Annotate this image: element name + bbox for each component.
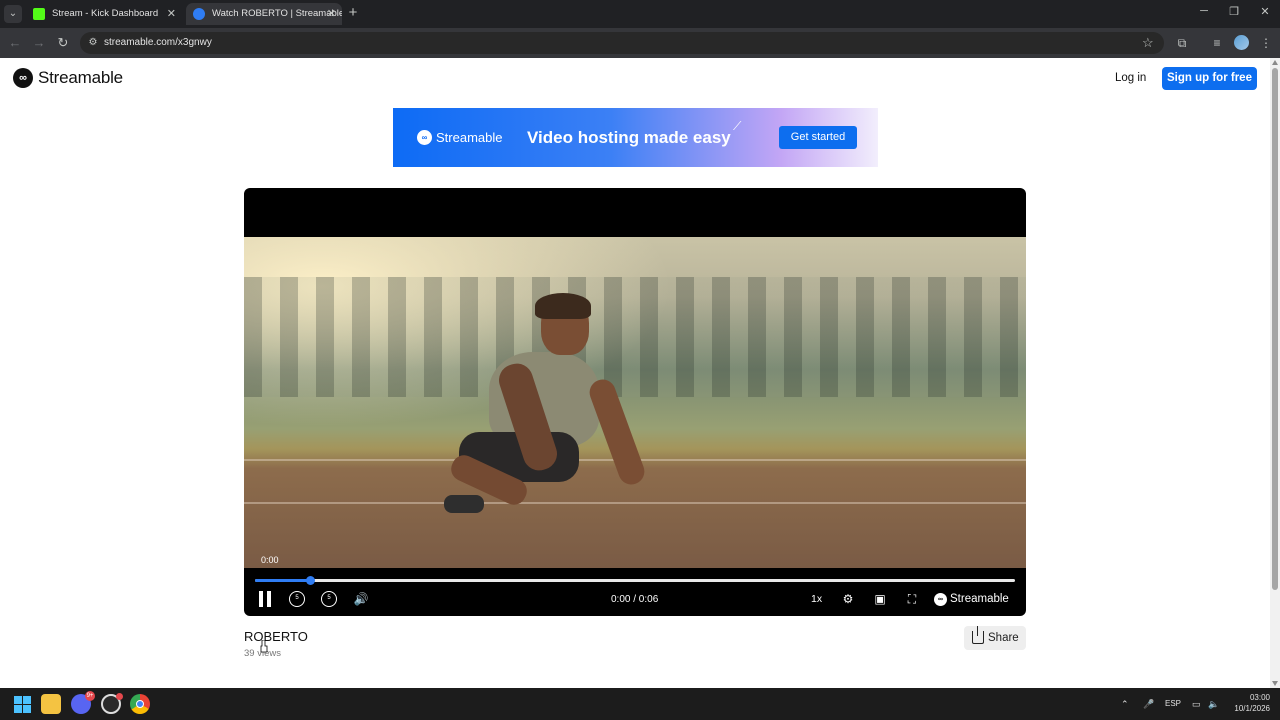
site-logo[interactable]: ∞ Streamable — [13, 68, 123, 88]
tab-streamable[interactable]: Watch ROBERTO | Streamable ✕ — [186, 3, 342, 25]
reload-icon[interactable]: ↻ — [54, 34, 72, 52]
site-info-icon[interactable]: ⚙ — [87, 37, 99, 49]
windows-start-icon[interactable] — [12, 694, 32, 714]
scroll-up-icon[interactable] — [1272, 60, 1278, 65]
rewind-5-icon[interactable]: 5 — [289, 591, 305, 607]
restore-icon[interactable]: ❐ — [1227, 5, 1241, 18]
progress-knob[interactable] — [305, 576, 315, 585]
banner-brand: Streamable — [436, 130, 503, 145]
volume-icon[interactable]: 🔊 — [352, 590, 370, 608]
tab-title: Stream - Kick Dashboard — [52, 8, 159, 19]
obs-icon[interactable] — [101, 693, 123, 714]
pause-icon[interactable] — [259, 591, 271, 607]
extensions-icon[interactable]: ⧉ — [1174, 34, 1190, 52]
progress-bar[interactable] — [255, 576, 1015, 585]
athlete-hair — [535, 293, 591, 319]
progress-fill — [255, 579, 310, 582]
timecode: 0:00 / 0:06 — [611, 594, 659, 605]
bookmark-star-icon[interactable]: ☆ — [1142, 34, 1154, 52]
streamable-logo-icon: ∞ — [934, 592, 947, 606]
address-bar[interactable]: ⚙ streamable.com/x3gnwy — [80, 32, 1164, 54]
browser-tab-strip: ⌄ Stream - Kick Dashboard ✕ Watch ROBERT… — [0, 0, 1280, 28]
video-player[interactable]: 0:00 5 5 🔊 0:00 / 0:06 1x ⚙ ▣ ⛶ ∞ Stream… — [244, 188, 1026, 616]
clock-time: 03:00 — [1249, 693, 1270, 702]
discord-icon[interactable]: 9+ — [71, 691, 95, 714]
video-title: ROBERTO — [244, 629, 308, 644]
microphone-icon[interactable]: 🎤 — [1143, 696, 1154, 712]
video-frame[interactable] — [244, 237, 1026, 568]
close-tab-icon[interactable]: ✕ — [167, 3, 176, 25]
notification-dot — [116, 693, 123, 700]
share-icon — [972, 626, 984, 644]
windows-taskbar: 9+ ⌃ 🎤 ESP ▭ 🔈 03:00 10/1/2026 — [0, 688, 1280, 720]
input-language[interactable]: ESP — [1165, 696, 1181, 712]
chrome-icon[interactable] — [130, 694, 150, 714]
site-name: Streamable — [38, 68, 123, 87]
clock-date: 10/1/2026 — [1234, 704, 1270, 713]
streamable-logo-icon: ∞ — [13, 68, 33, 88]
stadium-background — [244, 277, 1026, 397]
picture-in-picture-icon[interactable]: ▣ — [871, 590, 889, 608]
back-icon[interactable]: ← — [6, 34, 24, 52]
minimize-icon[interactable]: ─ — [1197, 5, 1211, 17]
banner-tagline: Video hosting made easy — [527, 128, 731, 147]
player-brand-link[interactable]: ∞ Streamable — [934, 591, 1009, 607]
athlete-shoe — [444, 495, 484, 513]
new-tab-button[interactable]: + — [346, 4, 360, 22]
hover-time-label: 0:00 — [261, 555, 279, 565]
url-text: streamable.com/x3gnwy — [104, 37, 212, 48]
system-clock[interactable]: 03:00 10/1/2026 — [1226, 692, 1270, 714]
close-tab-icon[interactable]: ✕ — [327, 3, 336, 25]
web-page: ∞ Streamable Log in Sign up for free ∞ S… — [0, 58, 1270, 688]
tray-overflow-icon[interactable]: ⌃ — [1121, 696, 1129, 712]
tab-title: Watch ROBERTO | Streamable — [212, 8, 342, 19]
volume-tray-icon[interactable]: 🔈 — [1208, 696, 1219, 712]
playback-speed-button[interactable]: 1x — [811, 593, 822, 606]
athlete-figure — [444, 293, 649, 522]
media-control-icon[interactable]: ≡ — [1209, 34, 1225, 52]
file-explorer-icon[interactable] — [41, 694, 61, 714]
chrome-center — [136, 700, 144, 708]
scroll-thumb[interactable] — [1272, 68, 1278, 590]
fullscreen-icon[interactable]: ⛶ — [903, 590, 921, 608]
close-window-icon[interactable]: ✕ — [1258, 5, 1272, 18]
mouse-cursor-icon — [260, 640, 268, 653]
menu-kebab-icon[interactable]: ⋮ — [1258, 34, 1274, 52]
discord-badge: 9+ — [85, 691, 95, 701]
player-brand-name: Streamable — [950, 593, 1009, 605]
browser-toolbar: ← → ↻ ⚙ streamable.com/x3gnwy ☆ ⧉ ≡ ⋮ — [0, 28, 1280, 58]
settings-gear-icon[interactable]: ⚙ — [839, 590, 857, 608]
banner-logo-icon: ∞ — [417, 130, 432, 145]
sparkle-icon: ⟋ — [733, 119, 742, 133]
share-label: Share — [988, 632, 1019, 644]
scroll-down-icon[interactable] — [1272, 681, 1278, 686]
streamable-icon — [193, 8, 205, 20]
promo-banner[interactable]: ∞ Streamable Video hosting made easy ⟋ G… — [393, 108, 878, 167]
kick-icon — [33, 8, 45, 20]
forward-icon[interactable]: → — [30, 34, 48, 52]
profile-avatar[interactable] — [1234, 35, 1249, 50]
login-link[interactable]: Log in — [1115, 70, 1146, 86]
network-icon[interactable]: ▭ — [1192, 696, 1201, 712]
page-scrollbar[interactable] — [1270, 58, 1280, 688]
banner-get-started-button[interactable]: Get started — [779, 126, 857, 149]
tab-search-button[interactable]: ⌄ — [4, 5, 22, 23]
track-line — [244, 502, 1026, 504]
forward-5-icon[interactable]: 5 — [321, 591, 337, 607]
tab-kick-dashboard[interactable]: Stream - Kick Dashboard ✕ — [26, 3, 182, 25]
share-button[interactable]: Share — [964, 626, 1026, 650]
signup-button[interactable]: Sign up for free — [1162, 67, 1257, 90]
